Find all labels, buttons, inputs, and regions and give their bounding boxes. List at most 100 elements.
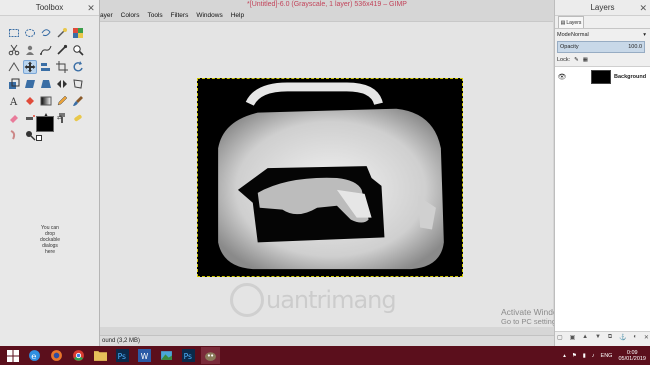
menu-windows[interactable]: Windows (196, 10, 222, 21)
layers-tab-icon: ▤ (560, 19, 566, 26)
fuzzy-select-icon[interactable] (55, 26, 69, 40)
system-tray: ▴ ⚑ ▮ ♪ ENG 0:09 05/01/2019 (563, 346, 646, 365)
window-title: *[Untitled]-6.0 (Grayscale, 1 layer) 536… (247, 1, 407, 8)
crop-icon[interactable] (55, 60, 69, 74)
eraser-icon[interactable] (7, 111, 21, 125)
move-icon[interactable] (23, 60, 37, 74)
layers-tab-label: Layers (566, 19, 582, 26)
scissors-icon[interactable] (7, 43, 21, 57)
layer-buttons: ▢ ▣ ▲ ▼ ⧉ ⚓ ◐ ✕ (557, 334, 649, 344)
rect-select-icon[interactable] (7, 26, 21, 40)
status-bar: ound (3,2 MB) (100, 335, 554, 346)
firefox-icon[interactable] (47, 347, 66, 364)
anchor-icon[interactable]: ⚓ (619, 334, 626, 344)
toolbox-titlebar[interactable]: Toolbox ✕ (0, 0, 99, 16)
svg-text:e: e (31, 352, 36, 362)
smudge-icon[interactable] (7, 128, 21, 142)
pencil-icon[interactable] (55, 94, 69, 108)
watermark: uantrimang (230, 280, 450, 320)
swap-colors-icon[interactable]: ⇄ (57, 114, 62, 121)
menu-bar: ayer Colors Tools Filters Windows Help (100, 10, 554, 21)
language-indicator[interactable]: ENG (601, 353, 613, 359)
clock[interactable]: 0:09 05/01/2019 (618, 350, 646, 362)
xray-image[interactable] (197, 78, 463, 277)
measure-icon[interactable] (7, 60, 21, 74)
photoshop-icon[interactable]: Ps (113, 347, 132, 364)
folder-icon[interactable] (91, 347, 110, 364)
canvas-area[interactable]: uantrimang (100, 21, 553, 327)
picture-viewer-icon[interactable] (157, 347, 176, 364)
close-icon[interactable]: ✕ (86, 3, 96, 13)
image-window: *[Untitled]-6.0 (Grayscale, 1 layer) 536… (100, 0, 631, 346)
lock-alpha-icon[interactable]: ▦ (583, 57, 588, 63)
align-icon[interactable] (39, 60, 53, 74)
raise-layer-icon[interactable]: ▲ (582, 334, 588, 344)
gimp-icon[interactable] (201, 347, 220, 364)
toolbox-title: Toolbox (35, 3, 64, 12)
dodge-burn-icon[interactable] (23, 128, 37, 142)
reset-colors-icon[interactable] (36, 135, 42, 141)
color-select-icon[interactable] (71, 26, 85, 40)
menu-colors[interactable]: Colors (121, 10, 140, 21)
watermark-text: uantrimang (266, 286, 397, 314)
cage-transform-icon[interactable] (71, 77, 85, 91)
word-icon[interactable]: W (135, 347, 154, 364)
duplicate-layer-icon[interactable]: ⧉ (608, 334, 612, 344)
perspective-icon[interactable] (39, 77, 53, 91)
layer-name: Background (614, 74, 647, 80)
text-icon[interactable]: A (7, 94, 21, 108)
layer-list: 👁 Background (555, 66, 650, 332)
tab-layers[interactable]: ▤ Layers (558, 16, 584, 28)
menu-filters[interactable]: Filters (171, 10, 189, 21)
scale-icon[interactable] (7, 77, 21, 91)
layer-row[interactable]: 👁 Background (555, 69, 650, 85)
network-icon[interactable]: ▮ (583, 353, 586, 359)
paths-icon[interactable] (39, 43, 53, 57)
start-icon[interactable] (3, 347, 22, 364)
mode-select[interactable]: Normal (571, 32, 589, 38)
layer-thumbnail (591, 70, 611, 84)
menu-tools[interactable]: Tools (147, 10, 162, 21)
zoom-icon[interactable] (71, 43, 85, 57)
airbrush-icon[interactable] (23, 111, 37, 125)
layers-title: Layers (590, 3, 615, 12)
svg-text:A: A (9, 97, 18, 107)
gradient-icon[interactable] (39, 94, 53, 108)
foreground-color-swatch[interactable] (36, 116, 54, 132)
ie-icon[interactable]: e (25, 347, 44, 364)
paintbrush-icon[interactable] (71, 94, 85, 108)
menu-help[interactable]: Help (231, 10, 244, 21)
flag-icon[interactable]: ⚑ (572, 353, 577, 359)
heal-icon[interactable] (71, 111, 85, 125)
svg-text:Ps: Ps (184, 352, 192, 361)
mask-icon[interactable]: ◐ (633, 334, 637, 344)
new-layer-icon[interactable]: ▢ (557, 334, 563, 344)
new-group-icon[interactable]: ▣ (570, 334, 576, 344)
chevron-down-icon[interactable]: ▾ (643, 32, 646, 38)
lower-layer-icon[interactable]: ▼ (595, 334, 601, 344)
lock-pixels-icon[interactable]: ✎ (574, 57, 579, 63)
volume-icon[interactable]: ♪ (592, 353, 595, 359)
taskbar: e Ps W Ps ▴ ⚑ ▮ ♪ ENG 0:09 05/01/2019 (0, 346, 650, 365)
svg-text:W: W (141, 352, 149, 361)
delete-layer-icon[interactable]: ✕ (644, 334, 649, 344)
bucket-fill-icon[interactable] (23, 94, 37, 108)
foreground-select-icon[interactable] (23, 43, 37, 57)
lasso-icon[interactable] (39, 26, 53, 40)
tab-divider (555, 28, 650, 29)
flip-icon[interactable] (55, 77, 69, 91)
drop-hint-text: You can drop dockable dialogs here (40, 225, 61, 255)
layers-titlebar[interactable]: Layers ✕ (555, 0, 650, 16)
menu-layer[interactable]: ayer (100, 10, 113, 21)
rotate-icon[interactable] (71, 60, 85, 74)
ellipse-select-icon[interactable] (23, 26, 37, 40)
opacity-slider[interactable]: Opacity 100.0 (557, 41, 645, 53)
eye-icon[interactable]: 👁 (555, 73, 569, 81)
svg-text:Ps: Ps (118, 352, 126, 361)
close-icon[interactable]: ✕ (639, 3, 647, 13)
tray-chevron-icon[interactable]: ▴ (563, 353, 566, 359)
color-picker-icon[interactable] (55, 43, 69, 57)
shear-icon[interactable] (23, 77, 37, 91)
chrome-icon[interactable] (69, 347, 88, 364)
photoshop-icon-2[interactable]: Ps (179, 347, 198, 364)
